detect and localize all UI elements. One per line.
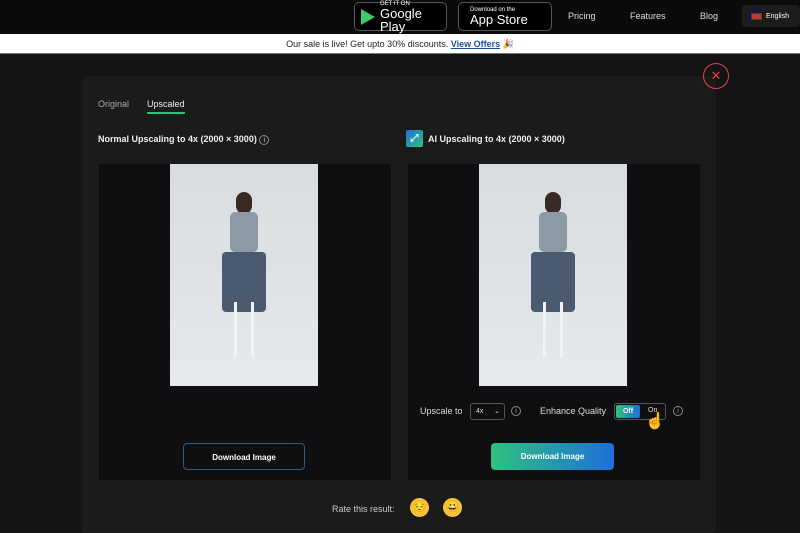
nav-blog[interactable]: Blog bbox=[700, 11, 718, 21]
rate-label: Rate this result: bbox=[332, 504, 395, 514]
sale-banner: Our sale is live! Get upto 30% discounts… bbox=[0, 34, 800, 54]
google-play-icon bbox=[361, 8, 375, 25]
party-icon: 🎉 bbox=[502, 39, 514, 49]
title-text: AI Upscaling to 4x (2000 × 3000) bbox=[428, 133, 565, 144]
toggle-off[interactable]: Off bbox=[616, 405, 640, 418]
sad-emoji-button[interactable]: 😔 bbox=[410, 498, 429, 517]
uk-flag-icon bbox=[751, 12, 762, 20]
ai-upscaling-title: ⤢ AI Upscaling to 4x (2000 × 3000) bbox=[406, 130, 565, 147]
ai-upscale-icon: ⤢ bbox=[406, 130, 423, 147]
top-navbar: GET IT ON Google Play Download on the App … bbox=[0, 0, 800, 34]
person-figure bbox=[531, 192, 575, 357]
normal-upscaled-image bbox=[170, 164, 318, 386]
label: Google Play bbox=[380, 5, 422, 34]
view-offers-link[interactable]: View Offers bbox=[451, 39, 500, 49]
enhance-quality-label: Enhance Quality bbox=[540, 406, 607, 416]
upscale-value: 4x bbox=[476, 408, 484, 415]
download-ai-button[interactable]: Download Image bbox=[491, 443, 614, 470]
info-icon[interactable]: i bbox=[259, 134, 270, 145]
language-label: English bbox=[766, 12, 789, 20]
app-store-button[interactable]: Download on the App Store bbox=[458, 2, 552, 31]
normal-upscaling-title: Normal Upscaling to 4x (2000 × 3000) i bbox=[98, 134, 270, 145]
tab-original[interactable]: Original bbox=[98, 99, 129, 109]
person-figure bbox=[222, 192, 266, 357]
title-text: Normal Upscaling to 4x (2000 × 3000) bbox=[98, 134, 257, 144]
label: App Store bbox=[470, 12, 528, 27]
upscale-select[interactable]: 4x ⌄ bbox=[470, 403, 505, 420]
ai-preview-panel bbox=[408, 164, 700, 480]
close-button[interactable]: ✕ bbox=[703, 63, 729, 89]
upscale-label: Upscale to bbox=[420, 406, 463, 416]
download-normal-button[interactable]: Download Image bbox=[183, 443, 305, 470]
happy-emoji-button[interactable]: 😀 bbox=[443, 498, 462, 517]
hand-cursor-icon: ☝ bbox=[645, 413, 665, 430]
google-play-button[interactable]: GET IT ON Google Play bbox=[354, 1, 447, 34]
nav-features[interactable]: Features bbox=[630, 11, 666, 21]
language-selector[interactable]: English bbox=[742, 5, 800, 27]
chevron-down-icon: ⌄ bbox=[494, 408, 500, 415]
banner-text: Our sale is live! Get upto 30% discounts… bbox=[286, 39, 449, 49]
ai-upscaled-image bbox=[479, 164, 627, 386]
nav-pricing[interactable]: Pricing bbox=[568, 11, 596, 21]
normal-preview-panel bbox=[99, 164, 391, 480]
tab-upscaled[interactable]: Upscaled bbox=[147, 99, 185, 114]
info-icon[interactable]: i bbox=[673, 406, 683, 416]
info-icon[interactable]: i bbox=[511, 406, 521, 416]
close-icon: ✕ bbox=[710, 68, 722, 83]
